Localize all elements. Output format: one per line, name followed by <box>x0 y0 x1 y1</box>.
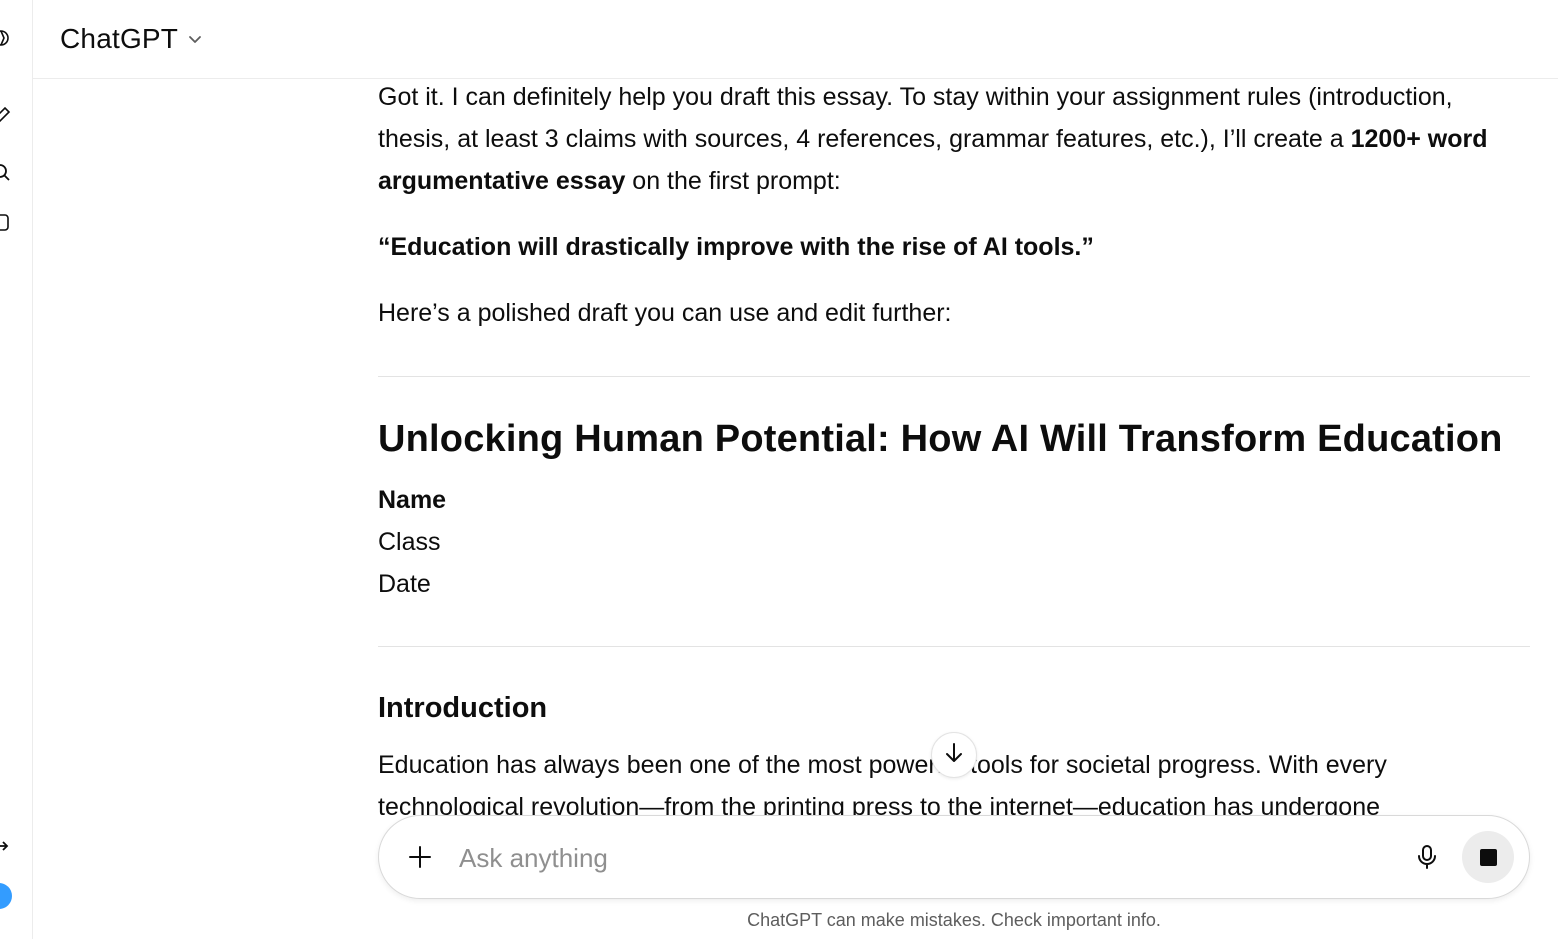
add-attachment-button[interactable] <box>405 842 435 872</box>
library-icon[interactable] <box>0 212 11 232</box>
stop-generating-button[interactable] <box>1462 831 1514 883</box>
assistant-message: Got it. I can definitely help you draft … <box>378 78 1530 815</box>
section-line-2: technological revolution—from the printi… <box>378 793 1381 815</box>
stop-icon <box>1479 848 1497 866</box>
intro-text-2: on the first prompt: <box>625 167 841 195</box>
plus-icon <box>405 846 435 876</box>
prompt-input[interactable] <box>457 836 1381 880</box>
section-line-1: Education has always been one of the mos… <box>378 751 1387 779</box>
logo-icon[interactable] <box>0 28 11 48</box>
microphone-icon <box>1413 845 1441 875</box>
model-name: ChatGPT <box>60 23 179 54</box>
section-heading: Introduction <box>378 692 548 724</box>
divider <box>378 646 1530 647</box>
divider <box>378 376 1530 377</box>
model-selector-button[interactable]: ChatGPT <box>60 20 204 58</box>
meta-name: Name <box>378 479 446 521</box>
chevron-down-icon <box>186 26 204 53</box>
arrow-down-icon <box>941 740 967 771</box>
top-bar: ChatGPT <box>33 0 1558 79</box>
new-chat-icon[interactable] <box>0 106 11 126</box>
lead-in-text: Here’s a polished draft you can use and … <box>378 299 952 327</box>
meta-date: Date <box>378 570 431 598</box>
search-icon[interactable] <box>0 162 11 182</box>
intro-paragraph: Got it. I can definitely help you draft … <box>378 78 1530 202</box>
meta-class: Class <box>378 528 441 556</box>
avatar[interactable] <box>0 883 12 909</box>
prompt-quote: “Education will drastically improve with… <box>378 226 1094 268</box>
composer <box>378 815 1530 899</box>
collapse-icon[interactable] <box>0 836 11 856</box>
voice-input-button[interactable] <box>1413 843 1441 871</box>
essay-title: Unlocking Human Potential: How AI Will T… <box>378 418 1503 460</box>
scroll-to-bottom-button[interactable] <box>931 732 977 778</box>
meta-name-text: Name <box>378 486 447 514</box>
disclaimer: ChatGPT can make mistakes. Check importa… <box>747 910 1161 930</box>
intro-text-1: Got it. I can definitely help you draft … <box>378 83 1453 153</box>
prompt-quote-text: “Education will drastically improve with… <box>378 233 1094 261</box>
sidebar-rail <box>0 0 33 939</box>
